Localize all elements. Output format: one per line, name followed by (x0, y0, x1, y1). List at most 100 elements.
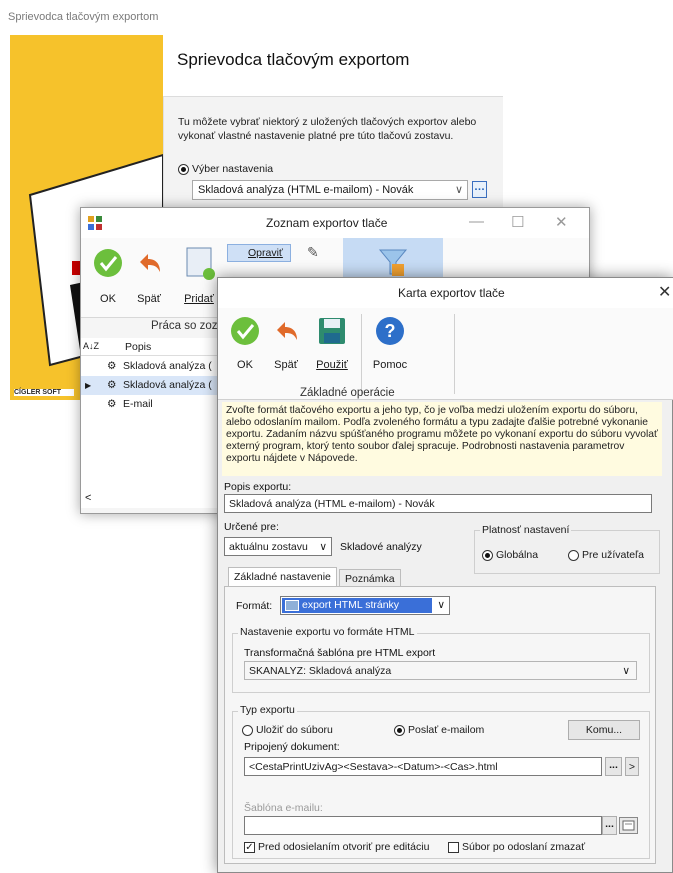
ok-button[interactable]: OK (228, 312, 262, 378)
sablona-label: Transformačná šablóna pre HTML export (244, 647, 436, 659)
back-button[interactable]: Späť (268, 312, 304, 378)
sort-icon[interactable]: A↓Z (83, 341, 99, 351)
select-value: aktuálnu zostavu (229, 541, 308, 553)
select-value: SKANALYZ: Skladová analýza (249, 665, 392, 677)
tab-zakladne-nastavenie[interactable]: Základné nastavenie (228, 567, 337, 586)
chevron-down-icon: ∨ (437, 599, 445, 611)
radio-globalna[interactable]: Globálna (482, 549, 538, 561)
html-page-icon (285, 600, 299, 611)
add-document-icon (186, 247, 215, 280)
radio-circle[interactable] (568, 549, 579, 561)
urcene-text: Skladové analýzy (340, 541, 422, 553)
radio-label: Globálna (496, 549, 539, 561)
sablona-email-input[interactable] (244, 816, 602, 835)
row-text: E-mail (123, 398, 153, 410)
save-disk-icon (319, 318, 345, 344)
document-edit-icon (622, 820, 635, 831)
edit-button[interactable]: Opraviť (227, 244, 291, 262)
list-item-selected[interactable]: ▶ ⚙ Skladová analýza ( (81, 376, 221, 395)
titlebar: Karta exportov tlače ✕ (218, 278, 673, 308)
pripojeny-input[interactable]: <CestaPrintUzivAg><Sestava>-<Datum>-<Cas… (244, 757, 602, 776)
titlebar: Zoznam exportov tlače — ☐ ✕ (81, 208, 589, 238)
radio-circle[interactable] (394, 724, 405, 736)
radio-poslat-emailom[interactable]: Poslať e-mailom (394, 724, 484, 736)
back-button[interactable]: Späť (131, 246, 167, 310)
radio-pre-uzivatela[interactable]: Pre užívateľa (568, 549, 644, 561)
chevron-down-icon: ∨ (622, 665, 630, 677)
next-button[interactable]: > (625, 757, 639, 776)
radio-label: Poslať e-mailom (408, 724, 485, 736)
checkbox-label: Pred odosielaním otvoriť pre editáciu (258, 841, 430, 853)
radio-label: Uložiť do súboru (256, 724, 333, 736)
checkbox-label: Súbor po odoslaní zmazať (462, 841, 586, 853)
platnost-legend: Platnosť nastavení (480, 524, 572, 536)
row-text: Skladová analýza ( (123, 360, 212, 372)
close-icon[interactable]: ✕ (555, 213, 568, 231)
grid-header: A↓Z Popis (81, 338, 221, 356)
browse-button[interactable]: ... (602, 816, 617, 835)
checkbox-box[interactable]: ✓ (244, 841, 255, 853)
radio-vyber-nastavenia[interactable]: Výber nastavenia (178, 163, 273, 175)
list-item[interactable]: ⚙ Skladová analýza ( (81, 357, 221, 376)
ribbon-group-label: Základné operácie (300, 387, 395, 399)
urcene-select[interactable]: aktuálnu zostavu ∨ (224, 537, 332, 556)
ok-button[interactable]: OK (91, 246, 125, 310)
info-box: Zvoľte formát tlačového exportu a jeho t… (222, 402, 662, 476)
window-title: Zoznam exportov tlače (266, 216, 388, 230)
select-value: export HTML stránky (282, 598, 432, 613)
check-icon (94, 249, 122, 277)
ok-label: OK (237, 359, 253, 371)
column-popis[interactable]: Popis (125, 341, 151, 353)
sablona-email-label: Šablóna e-mailu: (244, 802, 323, 814)
undo-arrow-icon (140, 254, 160, 272)
nastavenie-select[interactable]: Skladová analýza (HTML e-mailom) - Novák… (192, 180, 468, 200)
maximize-icon[interactable]: ☐ (511, 213, 524, 231)
export-list-grid: A↓Z Popis ⚙ Skladová analýza ( ▶ ⚙ Sklad… (81, 338, 221, 508)
ribbon-group-label: Práca so zoz (151, 320, 218, 332)
html-settings-legend: Nastavenie exportu vo formáte HTML (238, 626, 417, 638)
list-item[interactable]: ⚙ E-mail (81, 395, 221, 414)
help-button[interactable]: ? Pomoc (368, 312, 412, 378)
add-button[interactable]: Pridať (179, 246, 219, 310)
sablona-select[interactable]: SKANALYZ: Skladová analýza ∨ (244, 661, 637, 680)
radio-ulozit-do-suboru[interactable]: Uložiť do súboru (242, 724, 333, 736)
agent-icon: ⚙ (107, 379, 117, 391)
select-value: Skladová analýza (HTML e-mailom) - Novák (198, 184, 414, 196)
popis-input[interactable]: Skladová analýza (HTML e-mailom) - Novák (224, 494, 652, 513)
checkbox-otvorit-pre-editaciu[interactable]: ✓ Pred odosielaním otvoriť pre editáciu (244, 841, 429, 853)
app-icon (88, 216, 102, 230)
komu-button[interactable]: Komu... (568, 720, 640, 740)
back-label: Späť (137, 293, 161, 305)
back-label: Späť (274, 359, 298, 371)
ribbon: OK Späť Použiť ? Pomoc (218, 308, 673, 400)
radio-circle[interactable] (242, 724, 253, 736)
minimize-icon[interactable]: — (469, 213, 484, 230)
format-select[interactable]: export HTML stránky ∨ (280, 596, 450, 615)
popis-label: Popis exportu: (224, 481, 292, 493)
apply-button[interactable]: Použiť (310, 312, 354, 378)
radio-circle[interactable] (178, 163, 189, 175)
funnel-icon (378, 249, 408, 276)
row-pointer-icon: ▶ (85, 381, 92, 390)
browse-button[interactable]: … (472, 181, 487, 198)
checkbox-box[interactable] (448, 841, 459, 853)
chevron-down-icon: ∨ (454, 184, 463, 196)
add-label: Pridať (184, 293, 214, 305)
radio-label: Výber nastavenia (192, 163, 274, 175)
close-icon[interactable]: ✕ (658, 282, 671, 302)
pripojeny-label: Pripojený dokument: (244, 741, 340, 753)
radio-circle[interactable] (482, 549, 493, 561)
radio-label: Pre užívateľa (582, 549, 645, 561)
scroll-left-icon[interactable]: < (85, 492, 91, 504)
edit-template-icon[interactable] (619, 817, 638, 834)
undo-arrow-icon (277, 322, 297, 340)
agent-icon: ⚙ (107, 398, 117, 410)
browse-button[interactable]: ... (605, 757, 622, 776)
apply-label: Použiť (316, 359, 348, 371)
format-label: Formát: (236, 600, 273, 612)
urcene-label: Určené pre: (224, 521, 279, 533)
checkbox-subor-zmazat[interactable]: Súbor po odoslaní zmazať (448, 841, 585, 853)
paperclip-icon[interactable]: ✎ (307, 244, 319, 261)
window-title: Karta exportov tlače (398, 286, 505, 300)
wizard-window-title: Sprievodca tlačovým exportom (8, 11, 159, 23)
